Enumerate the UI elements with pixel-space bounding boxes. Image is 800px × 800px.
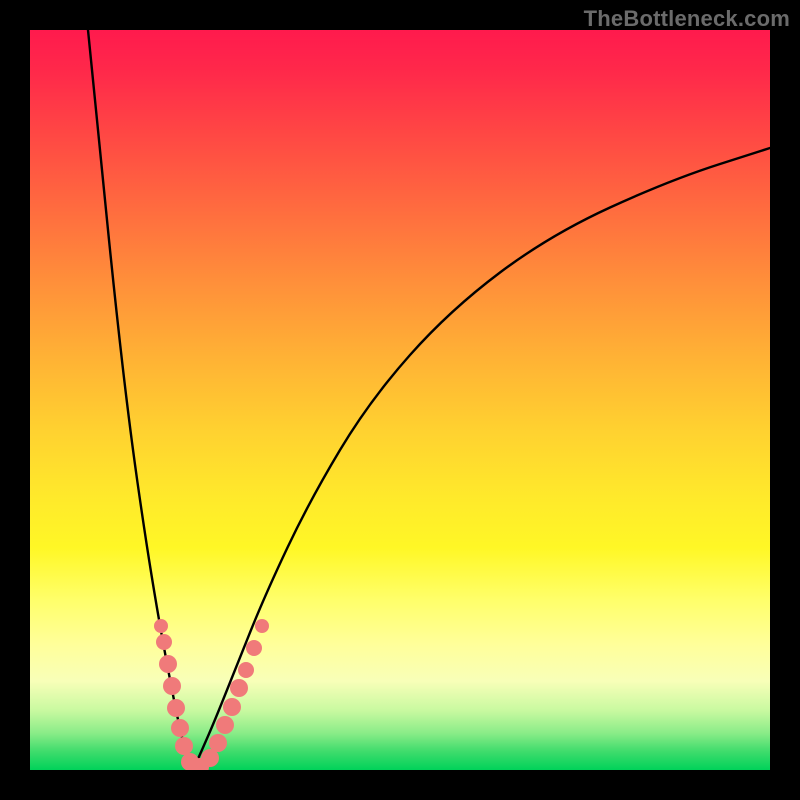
highlight-dot <box>154 619 168 633</box>
curve-layer <box>30 30 770 770</box>
highlight-dot <box>156 634 172 650</box>
highlight-dot <box>159 655 177 673</box>
highlight-dot <box>163 677 181 695</box>
highlight-dot <box>255 619 269 633</box>
highlight-dot <box>209 734 227 752</box>
highlight-dot <box>230 679 248 697</box>
left-curve <box>88 30 193 770</box>
right-curve <box>193 148 770 770</box>
watermark-text: TheBottleneck.com <box>584 6 790 32</box>
highlight-dot <box>167 699 185 717</box>
highlight-dot <box>171 719 189 737</box>
highlight-dots <box>154 619 269 770</box>
highlight-dot <box>175 737 193 755</box>
outer-frame: TheBottleneck.com <box>0 0 800 800</box>
plot-area <box>30 30 770 770</box>
highlight-dot <box>246 640 262 656</box>
highlight-dot <box>238 662 254 678</box>
highlight-dot <box>216 716 234 734</box>
highlight-dot <box>223 698 241 716</box>
